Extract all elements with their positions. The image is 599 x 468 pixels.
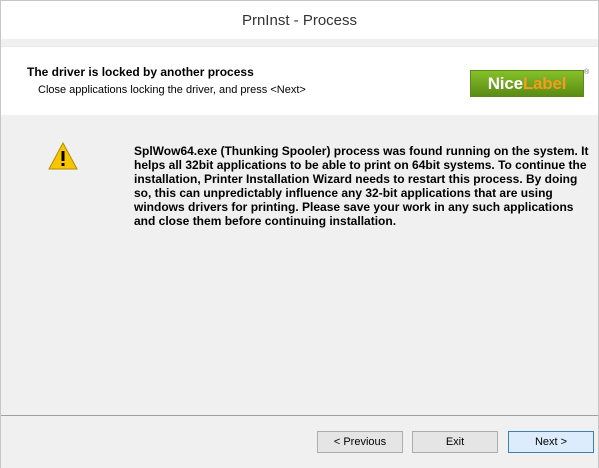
title-bar: PrnInst - Process (1, 1, 598, 39)
header-subtitle: Close applications locking the driver, a… (38, 84, 306, 96)
window-title: PrnInst - Process (241, 11, 358, 29)
wizard-content: SplWow64.exe (Thunking Spooler) process … (1, 115, 598, 415)
wizard-footer: < Previous Exit Next > (1, 415, 598, 468)
logo-text-label: Label (522, 73, 567, 93)
installer-window: PrnInst - Process The driver is locked b… (0, 0, 599, 468)
nicelabel-logo: Nice Label ® (470, 69, 589, 97)
process-message: SplWow64.exe (Thunking Spooler) process … (134, 144, 589, 228)
previous-button[interactable]: < Previous (317, 431, 403, 453)
wizard-header: The driver is locked by another process … (1, 46, 598, 116)
exit-button[interactable]: Exit (412, 431, 498, 453)
header-title: The driver is locked by another process (27, 65, 254, 79)
logo-registered-mark: ® (584, 69, 589, 76)
warning-icon (48, 142, 78, 170)
next-button[interactable]: Next > (508, 431, 594, 453)
logo-text-nice: Nice (487, 73, 523, 93)
